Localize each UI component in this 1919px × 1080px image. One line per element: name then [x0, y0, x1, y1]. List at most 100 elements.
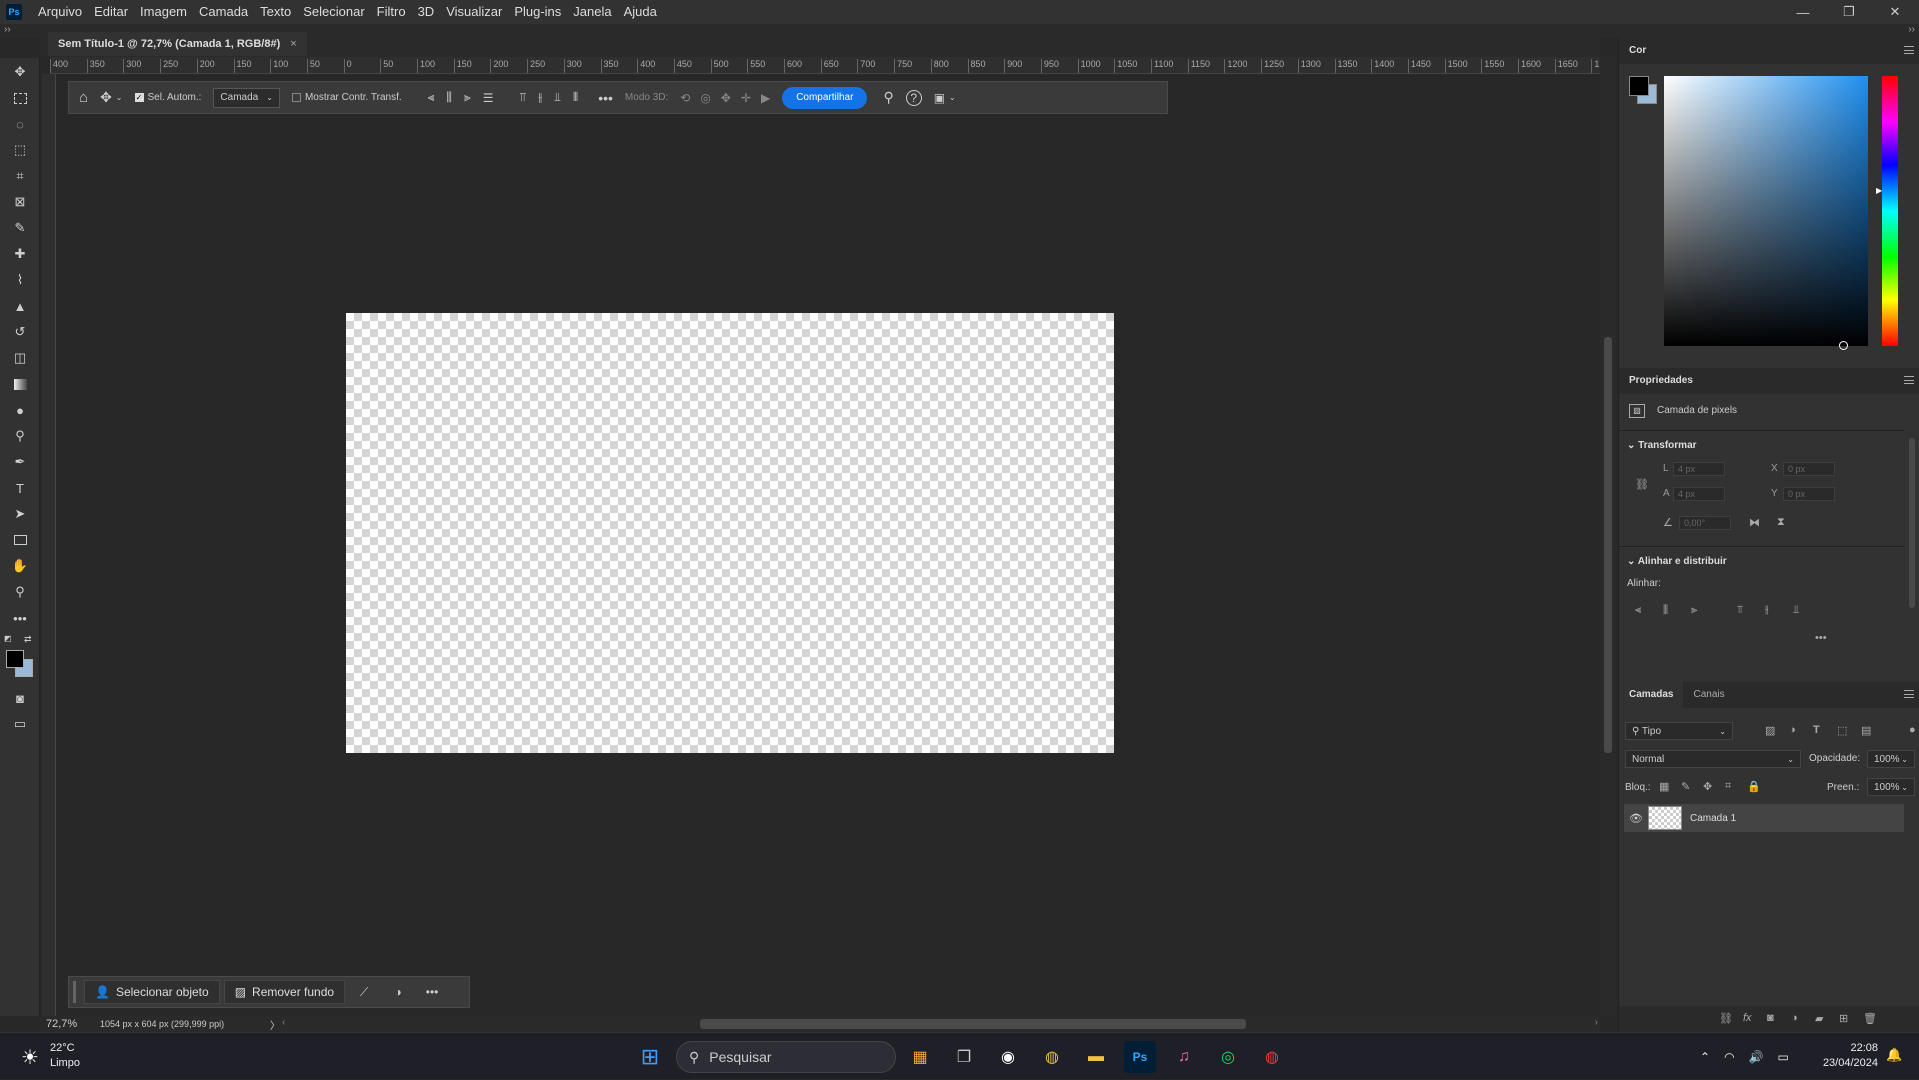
- color-picker-field[interactable]: [1664, 76, 1868, 350]
- rectangle-tool-icon[interactable]: [10, 530, 30, 550]
- app-photoshop-icon[interactable]: Ps: [1124, 1041, 1156, 1073]
- show-transform-checkbox[interactable]: Mostrar Contr. Transf.: [291, 92, 402, 103]
- angle-input[interactable]: 0,00°: [1679, 516, 1731, 530]
- lock-artboard-icon[interactable]: ⌗: [1725, 780, 1731, 793]
- align-right-icon[interactable]: ⫸: [464, 90, 471, 105]
- tab-layers[interactable]: Camadas: [1619, 682, 1684, 708]
- battery-icon[interactable]: ▭: [1778, 1050, 1789, 1064]
- menu-editar[interactable]: Editar: [88, 0, 134, 24]
- help-icon[interactable]: ?: [905, 89, 922, 106]
- move-tool-icon[interactable]: ✥: [10, 62, 30, 82]
- weather-icon[interactable]: ☀: [14, 1041, 46, 1073]
- home-icon[interactable]: ⌂: [79, 89, 88, 106]
- filter-pixel-icon[interactable]: ▨: [1765, 724, 1775, 737]
- task-view-icon[interactable]: ❐: [948, 1041, 980, 1073]
- align-more-icon[interactable]: •••: [1815, 632, 1827, 644]
- wifi-icon[interactable]: ◠: [1724, 1050, 1734, 1064]
- 3d-camera-icon[interactable]: ▶: [761, 91, 770, 105]
- horizontal-scroll-thumb[interactable]: [700, 1019, 1246, 1029]
- menu-texto[interactable]: Texto: [254, 0, 297, 24]
- new-layer-icon[interactable]: ⊞: [1839, 1012, 1848, 1025]
- link-layers-icon[interactable]: ⛓: [1719, 1012, 1733, 1025]
- layer-row[interactable]: 👁 Camada 1: [1624, 804, 1904, 832]
- more-context-icon[interactable]: •••: [417, 980, 447, 1004]
- color-panel-menu-icon[interactable]: [1904, 46, 1914, 54]
- search-icon[interactable]: ⚲: [883, 89, 893, 106]
- vertical-scroll-thumb[interactable]: [1604, 337, 1612, 753]
- color-panel-title[interactable]: Cor: [1619, 38, 1656, 64]
- filter-smart-object-icon[interactable]: ▤: [1861, 724, 1871, 737]
- panel-align-left-icon[interactable]: ⫷: [1635, 604, 1641, 617]
- menu-camada[interactable]: Camada: [193, 0, 254, 24]
- app-spotify-icon[interactable]: ◎: [1212, 1041, 1244, 1073]
- more-options-icon[interactable]: •••: [598, 90, 613, 106]
- zoom-level[interactable]: 72,7%: [40, 1018, 100, 1030]
- filter-type-icon[interactable]: T: [1813, 724, 1820, 736]
- ruler-horizontal[interactable]: 400 350 300 250 200 150 100 50 0 50 100 150 200 250 30…: [50, 57, 1600, 74]
- fill-input[interactable]: 100% ⌄: [1867, 778, 1915, 796]
- quick-mask-icon[interactable]: ◙: [10, 688, 30, 708]
- vertical-scrollbar[interactable]: [1600, 57, 1616, 1016]
- menu-selecionar[interactable]: Selecionar: [297, 0, 370, 24]
- add-mask-icon[interactable]: ◙: [1767, 1012, 1774, 1024]
- windows-start-icon[interactable]: ⊞: [634, 1041, 666, 1073]
- filter-toggle-icon[interactable]: ●: [1909, 724, 1916, 736]
- taskbar-search[interactable]: ⚲ Pesquisar: [676, 1041, 896, 1073]
- distribute-h-icon[interactable]: ☰: [483, 91, 494, 105]
- close-tab-icon[interactable]: ×: [290, 38, 296, 50]
- horizontal-scrollbar[interactable]: ‹ ›: [280, 1016, 1600, 1032]
- panel-align-right-icon[interactable]: ⫸: [1691, 604, 1697, 617]
- drag-handle[interactable]: [73, 981, 76, 1003]
- app-photos-icon[interactable]: ▦: [904, 1041, 936, 1073]
- eyedropper-tool-icon[interactable]: ✎: [10, 218, 30, 238]
- 3d-orbit-icon[interactable]: ⟲: [680, 91, 690, 105]
- properties-scrollbar[interactable]: [1909, 438, 1915, 608]
- y-input[interactable]: 0 px: [1783, 487, 1835, 501]
- hand-tool-icon[interactable]: ✋: [10, 556, 30, 576]
- gradient-tool-icon[interactable]: [10, 374, 30, 394]
- 3d-pan-icon[interactable]: ✥: [721, 91, 731, 105]
- tray-overflow-icon[interactable]: ⌃: [1700, 1050, 1710, 1064]
- stamp-tool-icon[interactable]: ▲: [10, 296, 30, 316]
- align-bottom-icon[interactable]: ⫫: [554, 90, 561, 105]
- lock-transparent-icon[interactable]: ▦: [1659, 780, 1669, 793]
- lock-pixels-icon[interactable]: ✎: [1681, 780, 1690, 793]
- minimize-button[interactable]: —: [1780, 0, 1826, 24]
- layers-panel-menu-icon[interactable]: [1904, 690, 1914, 698]
- share-button[interactable]: Compartilhar: [782, 86, 868, 109]
- lock-all-icon[interactable]: 🔒: [1747, 780, 1761, 793]
- properties-panel-menu-icon[interactable]: [1904, 376, 1914, 384]
- layer-name[interactable]: Camada 1: [1690, 813, 1736, 824]
- swap-colors-icon[interactable]: ⇄: [24, 634, 34, 644]
- document-canvas[interactable]: [346, 313, 1114, 753]
- transform-section-title[interactable]: ⌄ Transformar: [1627, 440, 1697, 451]
- color-foreground-swatch[interactable]: [1629, 76, 1649, 96]
- crop-tool-icon[interactable]: ⌗: [10, 166, 30, 186]
- new-adjustment-icon[interactable]: ◑: [1791, 1012, 1798, 1024]
- auto-select-dropdown[interactable]: Camada ⌄: [213, 87, 280, 108]
- marquee-tool-icon[interactable]: [10, 88, 30, 108]
- move-tool-preset-icon[interactable]: ✥ ⌄: [100, 89, 122, 106]
- remove-background-button[interactable]: ▨ Remover fundo: [223, 980, 346, 1004]
- transform-icon[interactable]: ⟋: [349, 980, 379, 1004]
- hue-slider-handle[interactable]: ▶: [1876, 186, 1882, 195]
- volume-icon[interactable]: 🔊: [1749, 1050, 1764, 1064]
- delete-layer-icon[interactable]: 🗑: [1863, 1012, 1877, 1025]
- eraser-tool-icon[interactable]: ◫: [10, 348, 30, 368]
- flip-horizontal-icon[interactable]: ⧓: [1749, 516, 1760, 529]
- layer-filter-dropdown[interactable]: ⚲ Tipo ⌄: [1625, 722, 1733, 740]
- auto-select-checkbox[interactable]: ✓ Sel. Autom.:: [134, 92, 201, 103]
- restore-button[interactable]: ❐: [1826, 0, 1872, 24]
- default-colors-icon[interactable]: ◩: [4, 634, 14, 644]
- path-selection-tool-icon[interactable]: ➤: [10, 504, 30, 524]
- align-center-h-icon[interactable]: ⫼: [446, 90, 452, 105]
- lock-position-icon[interactable]: ✥: [1703, 780, 1712, 793]
- x-input[interactable]: 0 px: [1783, 462, 1835, 476]
- brush-tool-icon[interactable]: ⌇: [10, 270, 30, 290]
- close-button[interactable]: ✕: [1872, 0, 1918, 24]
- ruler-vertical[interactable]: [42, 74, 56, 1016]
- object-selection-tool-icon[interactable]: ⬚: [10, 140, 30, 160]
- photoshop-logo[interactable]: Ps: [6, 4, 22, 20]
- fx-icon[interactable]: fx: [1743, 1012, 1752, 1024]
- menu-3d[interactable]: 3D: [412, 0, 441, 24]
